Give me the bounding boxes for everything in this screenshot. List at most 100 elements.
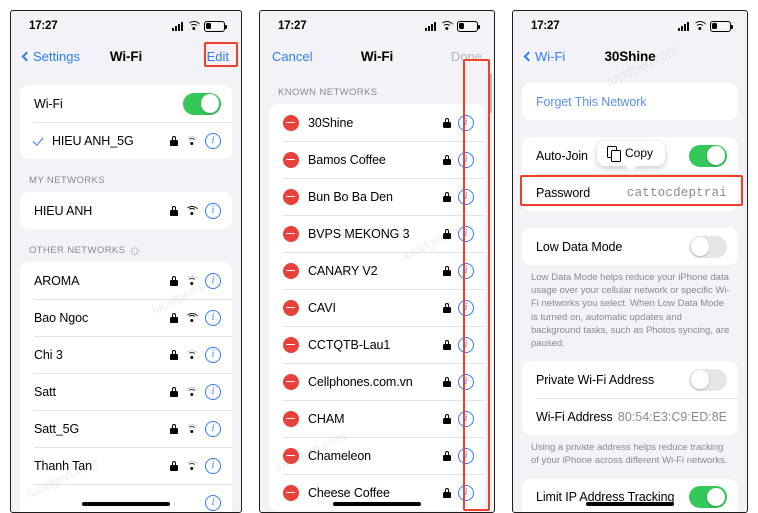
network-name: Chi 3 [34,347,63,362]
table-row[interactable]: Chi 3 i [20,336,232,373]
phone-panel-wifi-list: 17:27 30 Settings Wi-Fi Edit Wi-Fi HIEU … [10,10,242,513]
row-connected-network[interactable]: HIEU ANH_5G i [20,122,232,159]
network-name: CANARY V2 [308,263,378,278]
password-value[interactable]: cattocdeptrai [627,186,727,200]
table-row[interactable]: Bao Ngoc i [20,299,232,336]
low-data-card: Low Data Mode [522,228,738,265]
delete-network-icon[interactable] [283,373,299,390]
delete-network-icon[interactable] [283,447,299,464]
wifi-signal-icon [185,386,198,397]
private-address-toggle[interactable] [689,368,727,391]
wifi-signal-icon [185,205,198,216]
info-icon[interactable]: i [458,447,474,464]
row-limit-ip-tracking[interactable]: Limit IP Address Tracking [522,479,738,512]
info-icon[interactable]: i [458,484,474,501]
edit-button[interactable]: Edit [207,49,229,64]
info-icon[interactable]: i [205,132,221,149]
table-row[interactable]: Chameleon i [269,437,485,474]
forget-network-button[interactable]: Forget This Network [536,95,727,109]
table-row[interactable]: Bun Bo Ba Den i [269,178,485,215]
network-detail-scroll[interactable]: Forget This Network Auto-Join Password c… [513,71,747,512]
info-icon[interactable]: i [458,262,474,279]
low-data-toggle[interactable] [689,235,727,258]
info-icon[interactable]: i [205,309,221,326]
info-icon[interactable]: i [458,188,474,205]
row-low-data-mode[interactable]: Low Data Mode [522,228,738,265]
lock-icon [443,450,451,461]
info-icon[interactable]: i [205,494,221,511]
table-row[interactable]: Thanh Tan i [20,447,232,484]
home-indicator [333,502,421,506]
table-row[interactable]: Satt_5G i [20,410,232,447]
phone-panel-network-detail: 17:27 30 Wi-Fi 30Shine Forget This Netwo… [512,10,748,513]
low-data-footnote: Low Data Mode helps reduce your iPhone d… [531,272,730,350]
copy-tooltip[interactable]: Copy [597,141,666,172]
table-row[interactable]: Cellphones.com.vn i [269,363,485,400]
network-name: CAVI [308,300,336,315]
wifi-signal-icon [185,349,198,360]
network-name: Bun Bo Ba Den [308,189,393,204]
battery-icon: 30 [457,20,480,32]
table-row[interactable]: i [20,484,232,512]
scrollbar-thumb[interactable] [488,73,492,113]
info-icon[interactable]: i [458,225,474,242]
lock-icon [443,376,451,387]
row-private-address[interactable]: Private Wi-Fi Address [522,361,738,398]
delete-network-icon[interactable] [283,336,299,353]
lock-icon [443,413,451,424]
delete-network-icon[interactable] [283,225,299,242]
known-networks-scroll[interactable]: KNOWN NETWORKS 30Shine i Bamos Coffee i … [260,71,494,512]
lock-icon [443,117,451,128]
status-icons: 30 [172,20,227,32]
info-icon[interactable]: i [458,373,474,390]
table-row[interactable]: AROMA i [20,262,232,299]
delete-network-icon[interactable] [283,484,299,501]
info-icon[interactable]: i [458,299,474,316]
table-row[interactable]: 30Shine i [269,104,485,141]
info-icon[interactable]: i [205,383,221,400]
private-address-footnote: Using a private address helps reduce tra… [531,442,728,467]
table-row[interactable]: BVPS MEKONG 3 i [269,215,485,252]
table-row[interactable]: Bamos Coffee i [269,141,485,178]
info-icon[interactable]: i [458,151,474,168]
table-row[interactable]: CAVI i [269,289,485,326]
limit-ip-toggle[interactable] [689,486,727,509]
row-password[interactable]: Password cattocdeptrai [522,174,738,211]
delete-network-icon[interactable] [283,262,299,279]
checkmark-icon [34,135,45,146]
delete-network-icon[interactable] [283,299,299,316]
delete-network-icon[interactable] [283,188,299,205]
wifi-list-scroll[interactable]: Wi-Fi HIEU ANH_5G i MY NETWORKS HIEU ANH… [11,71,241,512]
info-icon[interactable]: i [458,410,474,427]
info-icon[interactable]: i [205,346,221,363]
table-row[interactable]: CHAM i [269,400,485,437]
lock-icon [443,265,451,276]
wifi-toggle[interactable] [183,92,221,115]
row-wifi-address: Wi-Fi Address 80:54:E3:C9:ED:8E [522,398,738,435]
forget-network-card: Forget This Network [522,83,738,120]
table-row[interactable]: Satt i [20,373,232,410]
network-name: AROMA [34,273,80,288]
delete-network-icon[interactable] [283,410,299,427]
nav-bar-3: Wi-Fi 30Shine [513,41,747,71]
wifi-status-icon [187,21,200,31]
info-icon[interactable]: i [458,114,474,131]
info-icon[interactable]: i [458,336,474,353]
battery-icon: 30 [204,20,227,32]
row-wifi-toggle[interactable]: Wi-Fi [20,85,232,122]
delete-network-icon[interactable] [283,114,299,131]
auto-join-toggle[interactable] [689,144,727,167]
delete-network-icon[interactable] [283,151,299,168]
table-row[interactable]: HIEU ANH i [20,192,232,229]
done-button[interactable]: Done [451,49,482,64]
row-forget-network[interactable]: Forget This Network [522,83,738,120]
lock-icon [170,275,178,286]
info-icon[interactable]: i [205,457,221,474]
info-icon[interactable]: i [205,202,221,219]
info-icon[interactable]: i [205,272,221,289]
wifi-toggle-card: Wi-Fi HIEU ANH_5G i [20,85,232,159]
table-row[interactable]: CCTQTB-Lau1 i [269,326,485,363]
table-row[interactable]: CANARY V2 i [269,252,485,289]
cellular-signal-icon [425,21,436,31]
info-icon[interactable]: i [205,420,221,437]
